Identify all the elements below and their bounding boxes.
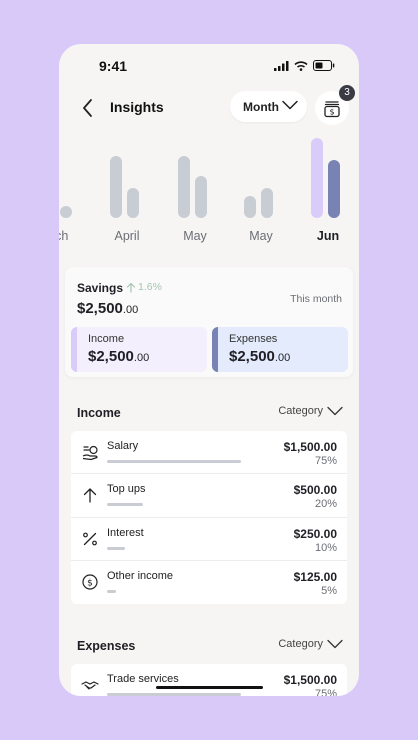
income-item-value: $250.00 bbox=[293, 526, 337, 541]
savings-title: Savings bbox=[77, 281, 124, 295]
income-share-bar bbox=[107, 460, 241, 463]
chart-bar-income[interactable] bbox=[311, 138, 323, 218]
wifi-icon bbox=[294, 60, 308, 71]
monthly-bar-chart[interactable]: rch April May May Jun bbox=[59, 132, 359, 258]
expenses-tile-amount: $2,500.00 bbox=[229, 348, 290, 365]
income-item-percent: 10% bbox=[314, 541, 337, 554]
chart-bar[interactable] bbox=[60, 206, 72, 218]
income-share-bar bbox=[107, 589, 116, 593]
header: Insights Month $ 3 bbox=[59, 85, 359, 132]
chart-month-label[interactable]: May bbox=[170, 229, 220, 243]
expenses-category-filter[interactable]: Category bbox=[278, 638, 343, 650]
expenses-section-title: Expenses bbox=[77, 639, 136, 653]
income-item-value: $500.00 bbox=[293, 483, 337, 498]
expenses-share-bar bbox=[107, 693, 241, 696]
income-category-label: Category bbox=[278, 405, 323, 417]
income-tile-amount: $2,500.00 bbox=[88, 348, 149, 365]
savings-period: This month bbox=[290, 293, 342, 305]
dollar-circle-icon: $ bbox=[82, 574, 98, 590]
income-item-value: $1,500.00 bbox=[283, 440, 337, 454]
income-share-bar bbox=[107, 503, 143, 507]
arrow-up-icon bbox=[83, 488, 97, 503]
income-row[interactable]: Interest $250.00 10% bbox=[71, 518, 347, 561]
chart-month-label[interactable]: Jun bbox=[303, 229, 353, 243]
income-row[interactable]: $ Other income $125.00 5% bbox=[71, 561, 347, 604]
income-row[interactable]: Top ups $500.00 20% bbox=[71, 474, 347, 518]
income-item-percent: 20% bbox=[314, 498, 337, 511]
chart-bar-income[interactable] bbox=[110, 156, 122, 218]
income-category-filter[interactable]: Category bbox=[278, 405, 343, 417]
chevron-down-icon bbox=[327, 639, 343, 649]
chart-bar-expenses[interactable] bbox=[328, 160, 340, 218]
savings-amount-cents: .00 bbox=[122, 304, 139, 316]
trend-up-arrow-icon bbox=[126, 282, 136, 293]
savings-amount-main: $2,500 bbox=[77, 300, 123, 317]
back-arrow-icon[interactable] bbox=[77, 96, 101, 120]
savings-trend-value: 1.6% bbox=[138, 281, 162, 293]
expenses-item-percent: 75% bbox=[314, 688, 337, 696]
income-item-name: Salary bbox=[107, 440, 139, 452]
expenses-item-name: Trade services bbox=[107, 673, 179, 685]
income-share-bar bbox=[107, 546, 125, 550]
chart-month-label[interactable]: April bbox=[102, 229, 152, 243]
chart-bar-income[interactable] bbox=[178, 156, 190, 218]
chart-bar-expenses[interactable] bbox=[195, 176, 207, 218]
expenses-list: Trade services $1,500.00 75% bbox=[71, 664, 347, 696]
income-section: Income Category Salary $1,500.00 75% Top up… bbox=[65, 389, 353, 609]
home-indicator[interactable] bbox=[156, 686, 263, 689]
income-item-percent: 5% bbox=[321, 584, 337, 597]
income-amount-main: $2,500 bbox=[88, 348, 134, 365]
svg-text:$: $ bbox=[329, 108, 334, 117]
expenses-color-strip bbox=[212, 327, 218, 372]
savings-amount: $2,500.00 bbox=[77, 300, 138, 317]
signal-icon bbox=[274, 60, 289, 71]
income-row[interactable]: Salary $1,500.00 75% bbox=[71, 431, 347, 475]
percent-icon bbox=[83, 532, 97, 545]
chart-bar-expenses[interactable] bbox=[127, 188, 139, 218]
expenses-section: Expenses Category Trade services $1,500.0… bbox=[65, 622, 353, 696]
expenses-category-label: Category bbox=[278, 638, 323, 650]
status-icons bbox=[274, 60, 335, 71]
income-color-strip bbox=[71, 327, 77, 372]
income-item-name: Top ups bbox=[107, 483, 146, 496]
expenses-amount-main: $2,500 bbox=[229, 348, 275, 365]
handshake-icon bbox=[81, 681, 99, 690]
savings-trend: 1.6% bbox=[126, 281, 162, 293]
expenses-amount-cents: .00 bbox=[274, 352, 291, 364]
chart-bar-expenses[interactable] bbox=[261, 188, 273, 218]
expenses-item-value: $1,500.00 bbox=[283, 673, 337, 687]
phone-screen: 9:41 Insights Month $ 3 rch April May May Ju… bbox=[59, 44, 359, 696]
status-time: 9:41 bbox=[99, 58, 128, 74]
period-dropdown[interactable]: Month bbox=[230, 91, 307, 122]
income-tile-label: Income bbox=[88, 333, 125, 345]
notification-badge: 3 bbox=[339, 85, 355, 101]
income-amount-cents: .00 bbox=[133, 352, 150, 364]
salary-icon bbox=[82, 445, 98, 461]
chart-month-label[interactable]: rch bbox=[59, 229, 75, 243]
svg-text:$: $ bbox=[87, 578, 93, 588]
expenses-row[interactable]: Trade services $1,500.00 75% bbox=[71, 664, 347, 696]
income-item-name: Interest bbox=[107, 526, 144, 539]
savings-card: Savings 1.6% $2,500.00 This month Income… bbox=[65, 267, 353, 377]
income-item-value: $125.00 bbox=[293, 569, 337, 584]
chart-month-label[interactable]: May bbox=[236, 229, 286, 243]
income-item-percent: 75% bbox=[314, 455, 337, 467]
chevron-down-icon bbox=[327, 406, 343, 416]
page-title: Insights bbox=[110, 99, 164, 115]
chevron-down-icon bbox=[282, 100, 298, 110]
income-item-name: Other income bbox=[107, 569, 174, 582]
income-list: Salary $1,500.00 75% Top ups $500.00 20% Inter… bbox=[71, 431, 347, 605]
income-summary-tile[interactable]: Income $2,500.00 bbox=[71, 327, 207, 372]
chart-bar-income[interactable] bbox=[244, 196, 256, 218]
expenses-summary-tile[interactable]: Expenses $2,500.00 bbox=[212, 327, 348, 372]
expenses-tile-label: Expenses bbox=[229, 333, 278, 345]
wallet-dollar-icon: $ bbox=[324, 101, 340, 118]
status-bar: 9:41 bbox=[59, 44, 359, 88]
battery-icon bbox=[313, 60, 335, 71]
income-section-title: Income bbox=[77, 406, 121, 420]
period-dropdown-label: Month bbox=[243, 99, 279, 114]
